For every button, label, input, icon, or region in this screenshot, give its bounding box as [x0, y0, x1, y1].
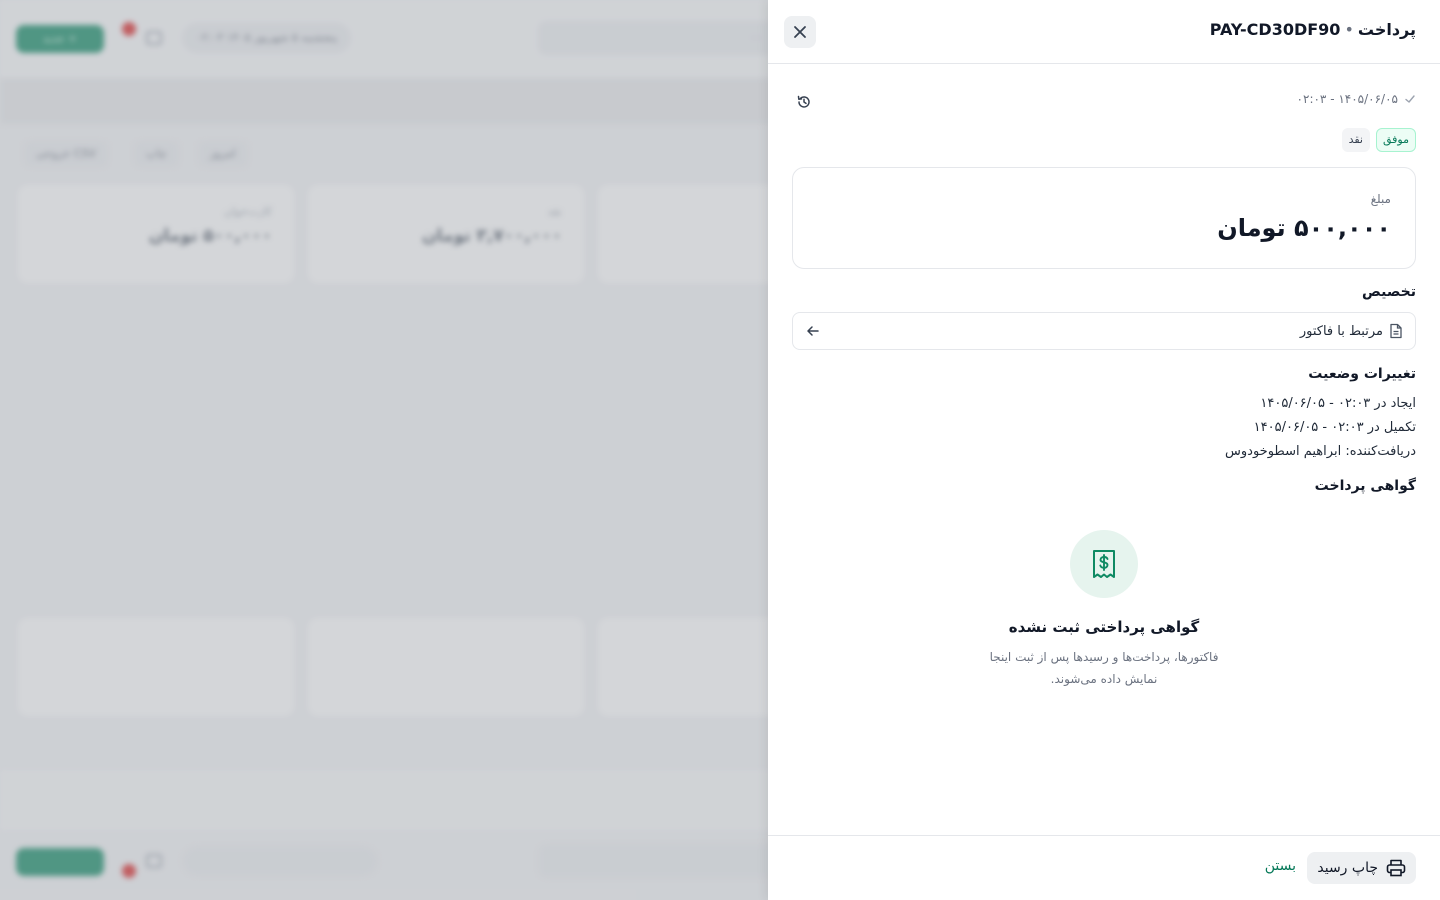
badge-group: موفق نقد	[1341, 128, 1416, 152]
drawer-footer: چاپ رسید بستن	[768, 835, 1440, 900]
close-icon	[794, 26, 806, 38]
check-icon	[1405, 95, 1415, 103]
receipt-icon	[1093, 550, 1115, 578]
amount-value: ۵۰۰,۰۰۰ تومان	[1217, 214, 1391, 242]
method-badge: نقد	[1341, 128, 1370, 152]
certificate-title: گواهی پرداخت	[1314, 478, 1416, 494]
meta-row: ۱۴۰۵/۰۶/۰۵ - ۰۲:۰۳	[792, 92, 1416, 112]
timestamp-row: ۱۴۰۵/۰۶/۰۵ - ۰۲:۰۳	[1297, 92, 1416, 106]
drawer-title: پرداخت•PAY-CD30DF90	[1210, 20, 1416, 39]
certificate-empty-state: گواهی پرداختی ثبت نشده فاکتورها، پرداخت‌…	[768, 530, 1440, 690]
allocation-item[interactable]: مرتبط با فاکتور	[792, 312, 1416, 350]
history-button[interactable]	[792, 90, 816, 114]
arrow-left-icon	[807, 326, 819, 336]
printer-icon	[1386, 859, 1406, 877]
title-separator: •	[1344, 20, 1354, 39]
receipt-icon-circle	[1070, 530, 1138, 598]
status-line-receiver: دریافت‌کننده: ابراهیم اسطوخودوس	[1225, 444, 1416, 459]
title-prefix: پرداخت	[1357, 20, 1416, 39]
status-line-created: ایجاد در ۰۲:۰۳ - ۱۴۰۵/۰۶/۰۵	[1260, 396, 1416, 411]
close-button[interactable]	[784, 16, 816, 48]
status-changes-list: ایجاد در ۰۲:۰۳ - ۱۴۰۵/۰۶/۰۵ تکمیل در ۰۲:…	[1225, 392, 1416, 464]
document-icon	[1390, 323, 1402, 339]
status-badge: موفق	[1375, 128, 1416, 152]
empty-state-description: فاکتورها، پرداخت‌ها و رسیدها پس از ثبت ا…	[989, 650, 1219, 686]
close-footer-button[interactable]: بستن	[1265, 858, 1296, 874]
status-changes-title: تغییرات وضعیت	[1308, 366, 1416, 382]
amount-label: مبلغ	[1370, 192, 1391, 206]
empty-state-title: گواهی پرداختی ثبت نشده	[1008, 618, 1200, 636]
payment-id: PAY-CD30DF90	[1209, 20, 1341, 39]
payment-drawer: پرداخت•PAY-CD30DF90 ۱۴۰۵/۰۶/۰۵ - ۰۲:۰۳ م…	[768, 0, 1440, 900]
amount-card: مبلغ ۵۰۰,۰۰۰ تومان	[792, 167, 1416, 269]
allocation-title: تخصیص	[1362, 284, 1416, 300]
allocation-item-label: مرتبط با فاکتور	[1299, 323, 1383, 339]
drawer-header: پرداخت•PAY-CD30DF90	[768, 0, 1440, 64]
history-icon	[797, 95, 810, 108]
print-receipt-label: چاپ رسید	[1317, 860, 1378, 876]
status-line-completed: تکمیل در ۰۲:۰۳ - ۱۴۰۵/۰۶/۰۵	[1253, 420, 1416, 435]
print-receipt-button[interactable]: چاپ رسید	[1307, 852, 1416, 884]
drawer-body: ۱۴۰۵/۰۶/۰۵ - ۰۲:۰۳ موفق نقد مبلغ ۵۰۰,۰۰۰…	[768, 64, 1440, 835]
timestamp: ۱۴۰۵/۰۶/۰۵ - ۰۲:۰۳	[1296, 92, 1398, 106]
